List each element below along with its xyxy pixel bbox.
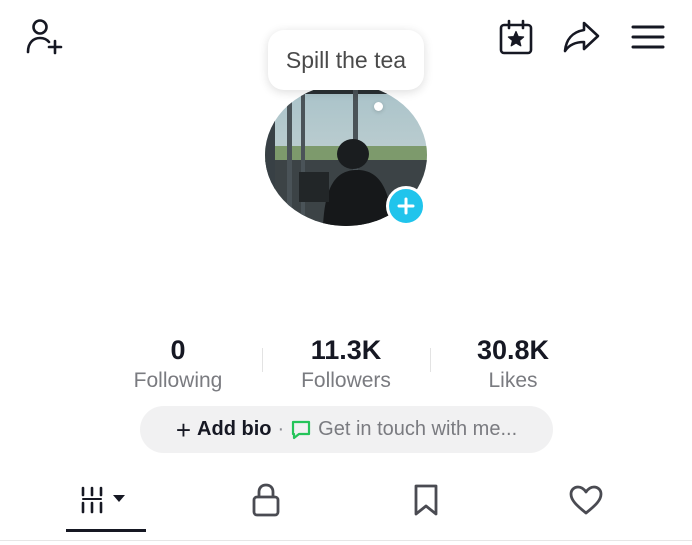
contact-label: Get in touch with me... [318, 418, 518, 440]
plus-icon: + [175, 414, 192, 445]
contact-button[interactable]: Get in touch with me... [290, 418, 517, 441]
followers-count: 11.3K [310, 335, 382, 365]
tooltip-tail [374, 102, 383, 111]
heart-icon [569, 485, 603, 515]
stat-following[interactable]: 0 Following [113, 335, 243, 393]
following-count: 0 [170, 335, 186, 365]
add-friend-button[interactable] [20, 14, 68, 60]
following-label: Following [133, 369, 223, 392]
active-tab-indicator [66, 529, 146, 532]
calendar-button[interactable] [493, 14, 539, 60]
lock-icon [252, 483, 280, 517]
likes-label: Likes [488, 369, 538, 392]
tab-saved[interactable] [386, 474, 466, 526]
add-friend-icon [26, 19, 63, 55]
bookmark-icon [414, 484, 438, 516]
bio-separator: · [277, 418, 285, 440]
stat-divider [430, 348, 431, 372]
menu-icon [631, 25, 665, 49]
plus-icon [397, 197, 415, 215]
stat-followers[interactable]: 11.3K Followers [281, 335, 411, 393]
stat-divider [262, 348, 263, 372]
bio-pill: + Add bio · Get in touch with me... [140, 406, 553, 453]
add-story-button[interactable] [386, 186, 426, 226]
calendar-star-icon [499, 19, 533, 55]
stat-likes[interactable]: 30.8K Likes [448, 335, 578, 393]
likes-count: 30.8K [476, 335, 550, 365]
chevron-down-icon [113, 495, 125, 502]
add-bio-button[interactable]: + Add bio [175, 414, 272, 445]
share-icon [563, 21, 600, 53]
tab-private[interactable] [226, 474, 306, 526]
followers-label: Followers [301, 369, 391, 392]
share-button[interactable] [557, 14, 605, 60]
chat-bubble-icon [292, 420, 311, 439]
tooltip-bubble[interactable]: Spill the tea [268, 30, 424, 90]
tabs-bottom-divider [0, 540, 692, 541]
tooltip-text: Spill the tea [285, 46, 407, 73]
menu-button[interactable] [624, 14, 672, 60]
videos-grid-icon [81, 486, 125, 514]
tab-liked[interactable] [546, 474, 626, 526]
add-bio-label: Add bio [197, 418, 272, 440]
tab-videos[interactable] [66, 474, 146, 526]
